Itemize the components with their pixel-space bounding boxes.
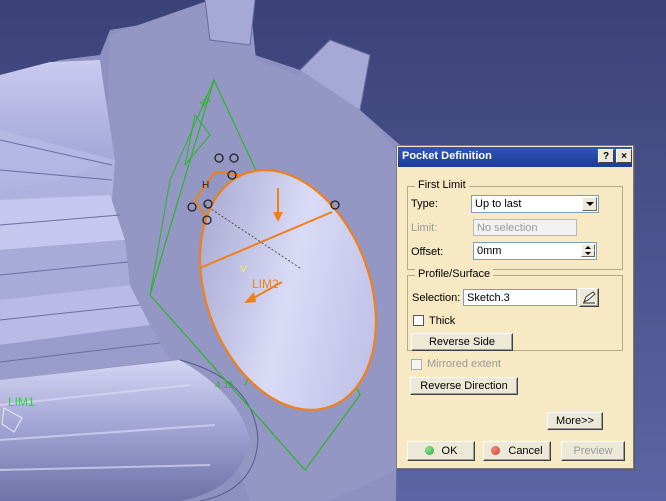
preview-button[interactable]: Preview bbox=[561, 441, 625, 461]
type-select-value: Up to last bbox=[475, 198, 522, 210]
edit-sketch-button[interactable] bbox=[579, 288, 599, 307]
pocket-definition-dialog: Pocket Definition ? × First Limit Type: … bbox=[396, 145, 634, 469]
mirrored-extent-checkbox[interactable] bbox=[411, 359, 422, 370]
lim2-label: LIM2 bbox=[252, 277, 279, 291]
help-button[interactable]: ? bbox=[598, 149, 614, 163]
type-select[interactable]: Up to last bbox=[471, 195, 599, 213]
ok-button[interactable]: OK bbox=[407, 441, 475, 461]
profile-surface-legend: Profile/Surface bbox=[415, 268, 494, 280]
reverse-direction-button[interactable]: Reverse Direction bbox=[410, 377, 518, 395]
ok-label: OK bbox=[441, 445, 458, 457]
cancel-icon bbox=[491, 446, 501, 455]
offset-field-value: 0mm bbox=[477, 245, 502, 257]
mirrored-extent-label: Mirrored extent bbox=[427, 358, 501, 370]
dialog-titlebar[interactable]: Pocket Definition ? × bbox=[398, 147, 632, 167]
lim1-label: LIM1 bbox=[8, 395, 35, 409]
close-button[interactable]: × bbox=[616, 149, 632, 163]
ok-icon bbox=[424, 446, 434, 455]
first-limit-legend: First Limit bbox=[415, 179, 469, 191]
dialog-title: Pocket Definition bbox=[402, 150, 492, 162]
selection-field[interactable]: Sketch.3 bbox=[463, 289, 577, 306]
offset-label: Offset: bbox=[411, 246, 444, 258]
cancel-label: Cancel bbox=[508, 445, 543, 457]
reverse-side-button[interactable]: Reverse Side bbox=[411, 333, 513, 351]
sketch-edit-icon bbox=[583, 291, 596, 304]
type-label: Type: bbox=[411, 198, 438, 210]
limit-field[interactable]: No selection bbox=[473, 219, 577, 236]
thick-label: Thick bbox=[429, 315, 456, 327]
direction-label: V bbox=[240, 264, 247, 275]
sketch-constraint-label: H bbox=[202, 180, 209, 191]
cancel-button[interactable]: Cancel bbox=[483, 441, 551, 461]
offset-field[interactable]: 0mm bbox=[473, 242, 597, 260]
thick-checkbox[interactable] bbox=[413, 315, 424, 326]
selection-label: Selection: bbox=[412, 292, 461, 304]
limit-field-value: No selection bbox=[477, 222, 538, 234]
sketch-dimension-2: 4.11 bbox=[215, 380, 234, 391]
more-button[interactable]: More>> bbox=[547, 412, 603, 430]
offset-spinner[interactable] bbox=[581, 244, 595, 257]
limit-label: Limit: bbox=[411, 222, 438, 234]
spin-down-icon[interactable] bbox=[581, 250, 595, 257]
chevron-down-icon[interactable] bbox=[582, 197, 597, 211]
selection-field-value: Sketch.3 bbox=[467, 292, 510, 304]
